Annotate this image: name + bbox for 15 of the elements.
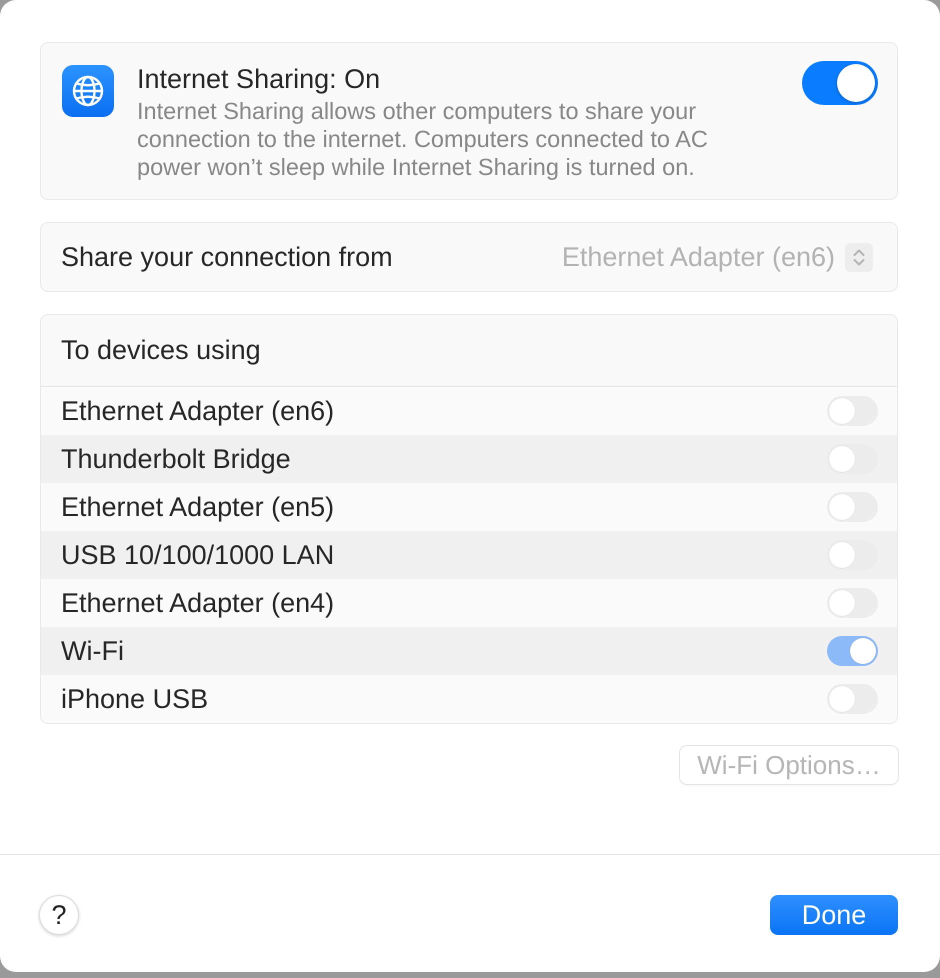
- device-label: USB 10/100/1000 LAN: [61, 540, 334, 570]
- device-label: Ethernet Adapter (en6): [61, 396, 334, 426]
- help-button[interactable]: ?: [39, 895, 79, 935]
- device-label: iPhone USB: [61, 684, 208, 714]
- globe-icon: [62, 65, 114, 117]
- done-button[interactable]: Done: [770, 895, 898, 935]
- setting-label: Share your connection from: [61, 242, 393, 272]
- feature-description: Internet Sharing allows other computers to share your connection to the internet. Computers connected to AC power won’t sleep while Internet Sharing is turned on.: [137, 97, 709, 181]
- device-label: Thunderbolt Bridge: [61, 444, 291, 474]
- device-label: Wi-Fi: [61, 636, 124, 666]
- feature-title: Internet Sharing: On: [137, 64, 382, 94]
- stepper-icon: [845, 242, 873, 272]
- toggle-switch[interactable]: [802, 61, 878, 105]
- device-label: Ethernet Adapter (en4): [61, 588, 334, 618]
- device-label: Ethernet Adapter (en5): [61, 492, 334, 522]
